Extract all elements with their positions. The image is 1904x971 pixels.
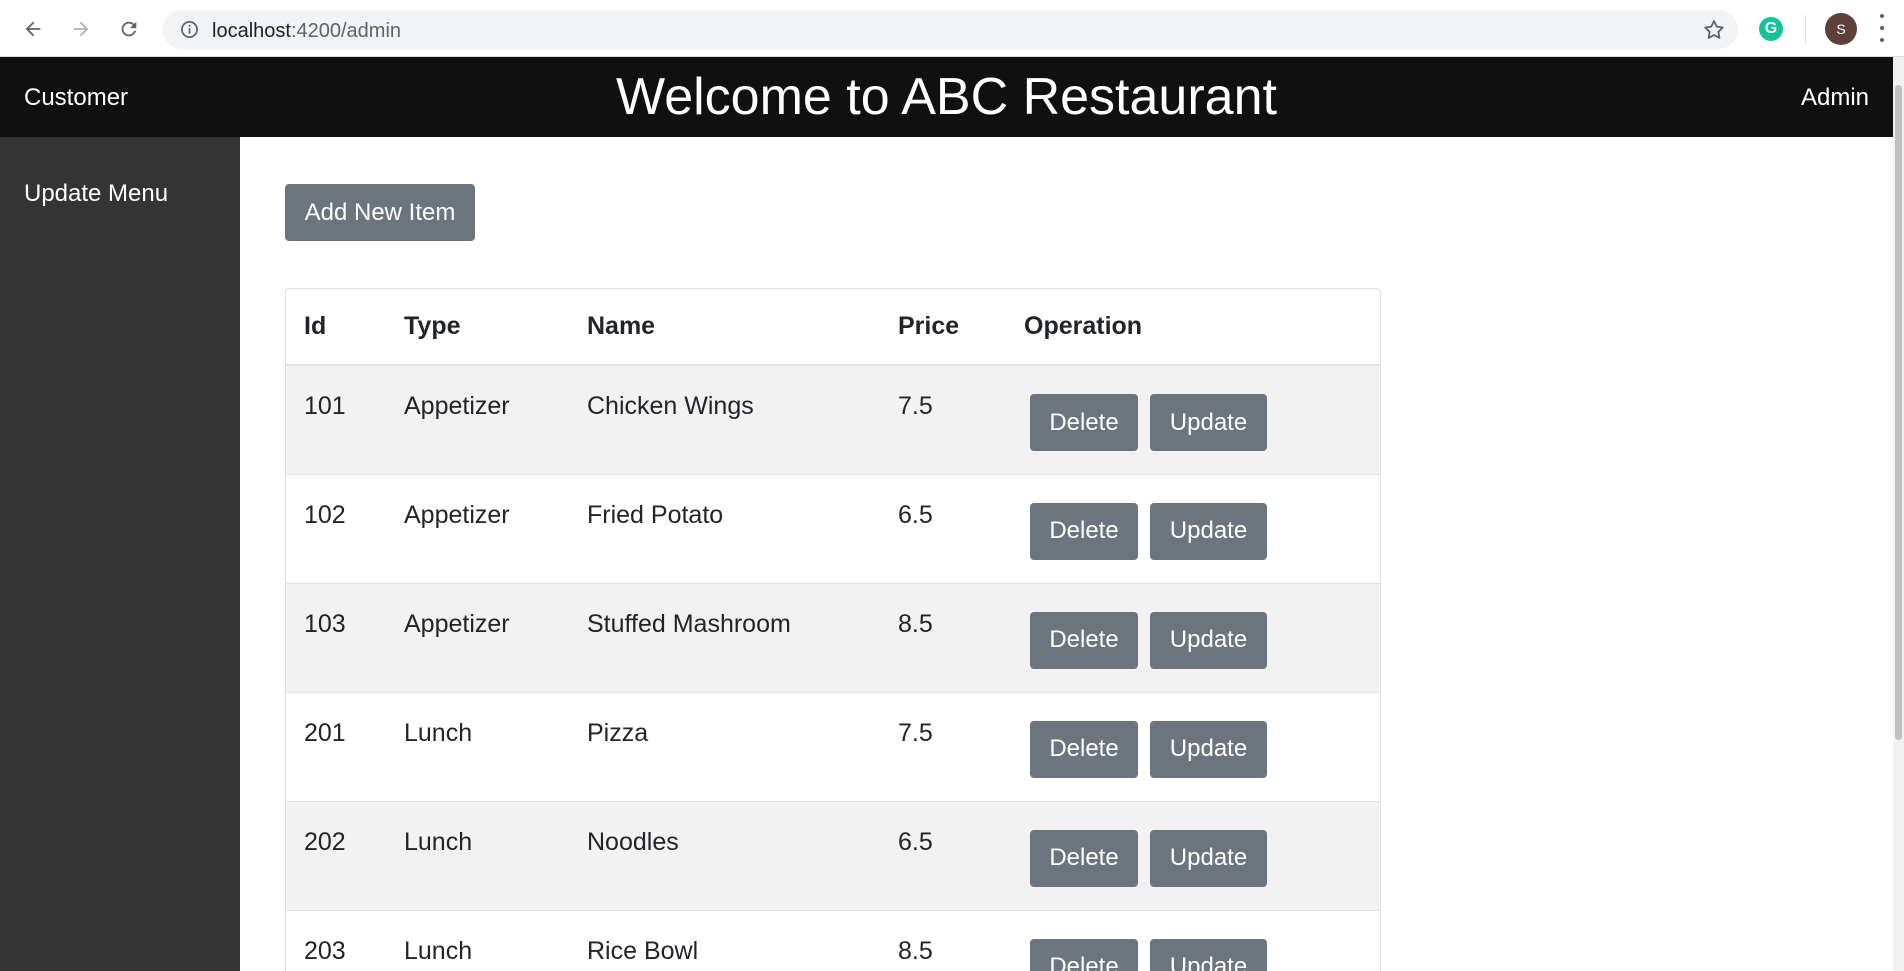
header-id: Id	[286, 289, 386, 366]
cell-name: Chicken Wings	[587, 392, 754, 420]
table-row: 202 Lunch Noodles 6.5 Delete Update	[286, 800, 1380, 910]
page-title: Welcome to ABC Restaurant	[616, 68, 1277, 126]
cell-type: Lunch	[386, 691, 569, 801]
profile-avatar[interactable]: S	[1825, 13, 1857, 45]
cell-name: Stuffed Mashroom	[569, 582, 880, 692]
cell-type: Appetizer	[386, 473, 569, 583]
table-row: 103 Appetizer Stuffed Mashroom 8.5 Delet…	[286, 582, 1380, 692]
cell-id: 103	[286, 582, 386, 692]
cell-name: Rice Bowl	[569, 909, 880, 971]
table-row: 203 Lunch Rice Bowl 8.5 Delete Update	[286, 909, 1380, 971]
delete-button[interactable]: Delete	[1030, 720, 1138, 778]
cell-operation: Delete Update	[1006, 800, 1380, 910]
cell-operation: Delete Update	[1006, 365, 1380, 474]
delete-button[interactable]: Delete	[1030, 502, 1138, 560]
info-icon[interactable]	[180, 20, 199, 39]
delete-button[interactable]: Delete	[1030, 394, 1138, 451]
sidebar-item-update-menu[interactable]: Update Menu	[24, 180, 168, 208]
cell-operation: Delete Update	[1006, 691, 1380, 801]
cell-id: 101	[304, 392, 346, 420]
menu-table-container: Id Type Name Price Operation 101 Appetiz…	[285, 288, 1381, 971]
cell-id: 102	[286, 473, 386, 583]
menu-table: Id Type Name Price Operation 101 Appetiz…	[286, 289, 1380, 971]
cell-id: 203	[286, 909, 386, 971]
cell-name: Fried Potato	[569, 473, 880, 583]
update-button[interactable]: Update	[1150, 394, 1267, 451]
table-row: 101 Appetizer Chicken Wings 7.5 Delete Up…	[286, 365, 1380, 474]
add-new-item-button[interactable]: Add New Item	[285, 184, 475, 241]
app-header: Customer Welcome to ABC Restaurant Admin	[0, 57, 1893, 137]
grammarly-extension-icon[interactable]: G	[1759, 17, 1783, 41]
update-button[interactable]: Update	[1150, 829, 1267, 887]
update-button[interactable]: Update	[1150, 502, 1267, 560]
page-scrollbar[interactable]	[1893, 57, 1904, 971]
update-button[interactable]: Update	[1150, 611, 1267, 669]
browser-toolbar: localhost:4200/admin G S	[0, 0, 1904, 57]
cell-type: Lunch	[386, 909, 569, 971]
table-row: 102 Appetizer Fried Potato 6.5 Delete Upd…	[286, 473, 1380, 583]
address-bar[interactable]: localhost:4200/admin	[162, 10, 1738, 49]
update-button[interactable]: Update	[1150, 938, 1267, 971]
cell-type: Appetizer	[404, 392, 510, 420]
cell-type: Lunch	[386, 800, 569, 910]
cell-id: 202	[286, 800, 386, 910]
forward-icon[interactable]	[64, 12, 98, 46]
cell-operation: Delete Update	[1006, 582, 1380, 692]
toolbar-divider	[1805, 15, 1806, 43]
cell-operation: Delete Update	[1006, 909, 1380, 971]
cell-type: Appetizer	[386, 582, 569, 692]
url-host: localhost	[212, 20, 291, 42]
cell-price: 7.5	[880, 691, 1006, 801]
admin-link[interactable]: Admin	[1801, 84, 1869, 112]
back-icon[interactable]	[16, 12, 50, 46]
table-row: 201 Lunch Pizza 7.5 Delete Update	[286, 691, 1380, 801]
header-price: Price	[880, 289, 1006, 366]
cell-price: 8.5	[880, 582, 1006, 692]
cell-price: 6.5	[880, 473, 1006, 583]
delete-button[interactable]: Delete	[1030, 829, 1138, 887]
header-type: Type	[386, 289, 569, 366]
delete-button[interactable]: Delete	[1030, 938, 1138, 971]
update-button[interactable]: Update	[1150, 720, 1267, 778]
header-name: Name	[569, 289, 880, 366]
cell-operation: Delete Update	[1006, 473, 1380, 583]
main-content: Add New Item Id Type Name Price Operatio…	[240, 137, 1893, 971]
cell-id: 201	[286, 691, 386, 801]
cell-name: Pizza	[569, 691, 880, 801]
bookmark-star-icon[interactable]	[1702, 18, 1726, 42]
sidebar: Update Menu	[0, 137, 240, 971]
cell-price: 7.5	[898, 392, 933, 420]
url-path: :4200/admin	[290, 20, 402, 42]
scrollbar-thumb[interactable]	[1895, 85, 1902, 740]
delete-button[interactable]: Delete	[1030, 611, 1138, 669]
header-operation: Operation	[1006, 289, 1380, 366]
cell-price: 8.5	[880, 909, 1006, 971]
reload-icon[interactable]	[112, 12, 146, 46]
cell-price: 6.5	[880, 800, 1006, 910]
cell-name: Noodles	[569, 800, 880, 910]
url-text[interactable]: localhost:4200/admin	[212, 20, 401, 43]
table-header-row: Id Type Name Price Operation	[286, 289, 1380, 366]
browser-menu-icon[interactable]	[1878, 14, 1886, 42]
